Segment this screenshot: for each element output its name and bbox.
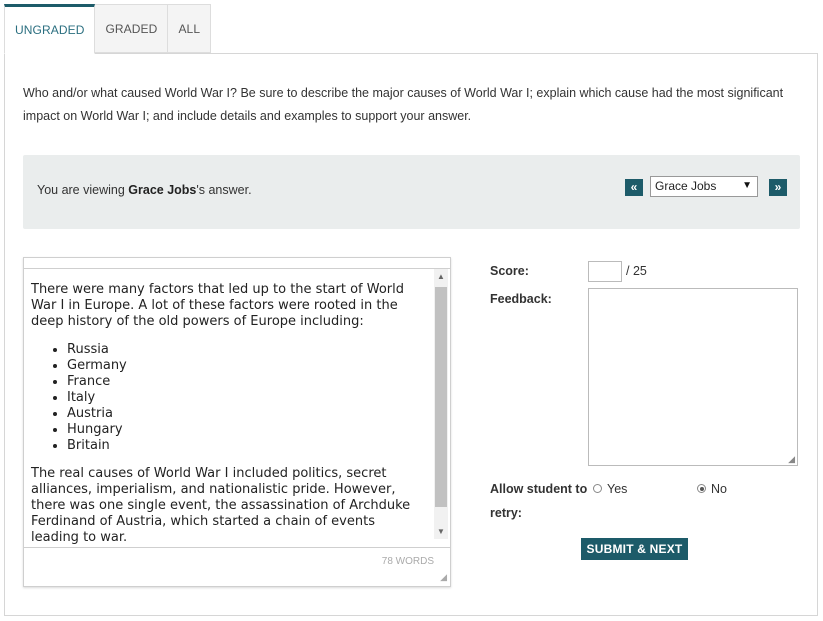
answer-intro: There were many factors that led up to t… — [31, 282, 405, 329]
retry-label: Allow student to — [490, 482, 588, 496]
viewing-student-name: Grace Jobs — [128, 183, 197, 197]
score-label: Score: — [490, 264, 529, 278]
retry-no-label: No — [711, 482, 727, 496]
list-item: Britain — [67, 438, 424, 454]
answer-scroll-area[interactable]: There were many factors that led up to t… — [24, 269, 450, 549]
list-item: Germany — [67, 358, 424, 374]
answer-scrollbar[interactable]: ▲ ▼ — [434, 269, 448, 539]
retry-yes-label: Yes — [607, 482, 628, 496]
submit-and-next-button[interactable]: SUBMIT & NEXT — [581, 538, 688, 560]
student-select[interactable]: Grace Jobs ▼ — [650, 176, 758, 197]
grading-tabs: UNGRADED GRADED ALL — [4, 4, 212, 54]
powers-list: Russia Germany France Italy Austria Hung… — [31, 342, 424, 454]
student-viewing-bar: You are viewing Grace Jobs's answer. « G… — [23, 155, 800, 229]
next-student-button[interactable]: » — [769, 179, 787, 196]
answer-text: There were many factors that led up to t… — [24, 269, 450, 546]
answer-toolbar — [24, 258, 450, 269]
answer-footer: 78 WORDS ◢ — [24, 547, 450, 586]
tab-graded[interactable]: GRADED — [95, 4, 169, 53]
resize-grip-icon[interactable]: ◢ — [788, 454, 795, 465]
retry-no-radio[interactable] — [697, 484, 706, 493]
scrollbar-thumb[interactable] — [435, 287, 447, 507]
score-input[interactable] — [588, 261, 622, 282]
score-total: / 25 — [626, 264, 647, 278]
scroll-up-arrow-icon[interactable]: ▲ — [437, 272, 445, 281]
list-item: Italy — [67, 390, 424, 406]
tab-ungraded[interactable]: UNGRADED — [4, 4, 96, 54]
question-prompt: Who and/or what caused World War I? Be s… — [23, 86, 784, 123]
resize-grip-icon[interactable]: ◢ — [440, 572, 447, 583]
word-count: 78 WORDS — [381, 556, 434, 567]
scroll-down-arrow-icon[interactable]: ▼ — [437, 527, 445, 536]
student-select-value: Grace Jobs — [655, 179, 717, 193]
chevron-down-icon: ▼ — [742, 180, 752, 191]
previous-student-button[interactable]: « — [625, 179, 643, 196]
viewing-prefix: You are viewing — [37, 183, 129, 197]
list-item: France — [67, 374, 424, 390]
grading-panel: Who and/or what caused World War I? Be s… — [4, 53, 818, 616]
student-answer-box: There were many factors that led up to t… — [23, 257, 451, 587]
feedback-label: Feedback: — [490, 292, 552, 306]
tab-all[interactable]: ALL — [168, 4, 212, 53]
retry-label-continued: retry: — [490, 506, 522, 520]
viewing-text: You are viewing Grace Jobs's answer. — [37, 183, 252, 197]
feedback-textarea[interactable]: ◢ — [588, 288, 798, 466]
list-item: Hungary — [67, 422, 424, 438]
list-item: Russia — [67, 342, 424, 358]
viewing-suffix: 's answer. — [196, 183, 252, 197]
retry-yes-radio[interactable] — [593, 484, 602, 493]
answer-causes: The real causes of World War I included … — [31, 466, 411, 545]
list-item: Austria — [67, 406, 424, 422]
